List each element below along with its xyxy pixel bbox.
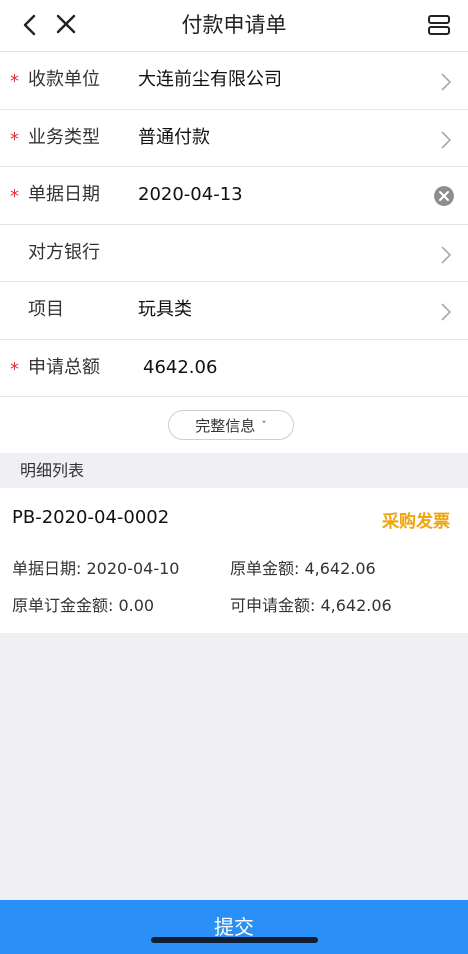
project-value[interactable]: 玩具类	[138, 298, 192, 322]
clear-icon[interactable]	[434, 186, 454, 206]
submit-button[interactable]: 提交	[0, 900, 468, 954]
more-info-button[interactable]: 完整信息 ˅	[168, 410, 294, 440]
home-indicator	[151, 937, 318, 943]
document-date: 单据日期: 2020-04-10	[12, 559, 180, 578]
required-mark: *	[10, 71, 19, 92]
form-row-project[interactable]: 项目 玩具类	[0, 282, 468, 340]
required-mark: *	[10, 358, 19, 380]
more-info-label: 完整信息	[195, 416, 256, 435]
chevron-right-icon[interactable]	[440, 245, 452, 265]
detail-list-header: 明细列表	[0, 453, 468, 488]
form-row-document-date[interactable]: * 单据日期 2020-04-13	[0, 167, 468, 225]
expand-icon[interactable]	[426, 12, 452, 38]
available-amount: 可申请金额: 4,642.06	[230, 596, 392, 615]
document-type-tag: 采购发票	[382, 512, 450, 532]
form-label: 申请总额	[28, 356, 100, 378]
required-mark: *	[10, 128, 19, 150]
document-date-value[interactable]: 2020-04-13	[138, 183, 243, 207]
chevron-right-icon[interactable]	[440, 302, 452, 322]
form-row-total-amount[interactable]: * 申请总额 4642.06	[0, 340, 468, 397]
payee-value[interactable]: 大连前尘有限公司	[138, 68, 282, 92]
deposit-amount: 原单订金金额: 0.00	[12, 596, 155, 615]
payment-form: * 收款单位 大连前尘有限公司 * 业务类型 普通付款 * 单据日期 2020-…	[0, 52, 468, 453]
more-info-row: 完整信息 ˅	[0, 397, 468, 453]
business-type-value[interactable]: 普通付款	[138, 126, 210, 150]
form-label: 对方银行	[28, 241, 100, 263]
form-label: 业务类型	[28, 126, 100, 148]
original-amount: 原单金额: 4,642.06	[230, 559, 376, 578]
chevron-right-icon[interactable]	[440, 130, 452, 150]
chevron-down-icon: ˅	[261, 418, 267, 432]
nav-bar: 付款申请单	[0, 0, 468, 52]
total-amount-input[interactable]: 4642.06	[143, 356, 217, 380]
detail-item[interactable]: PB-2020-04-0002 采购发票 单据日期: 2020-04-10 原单…	[0, 488, 468, 633]
chevron-right-icon[interactable]	[440, 72, 452, 92]
form-label: 项目	[28, 299, 64, 320]
form-row-counterparty-bank[interactable]: 对方银行	[0, 225, 468, 282]
form-label: 单据日期	[28, 184, 100, 205]
form-row-business-type[interactable]: * 业务类型 普通付款	[0, 110, 468, 167]
page-title: 付款申请单	[181, 13, 287, 37]
required-mark: *	[10, 186, 19, 207]
form-row-payee[interactable]: * 收款单位 大连前尘有限公司	[0, 52, 468, 110]
form-label: 收款单位	[28, 69, 100, 90]
document-code: PB-2020-04-0002	[12, 507, 170, 528]
